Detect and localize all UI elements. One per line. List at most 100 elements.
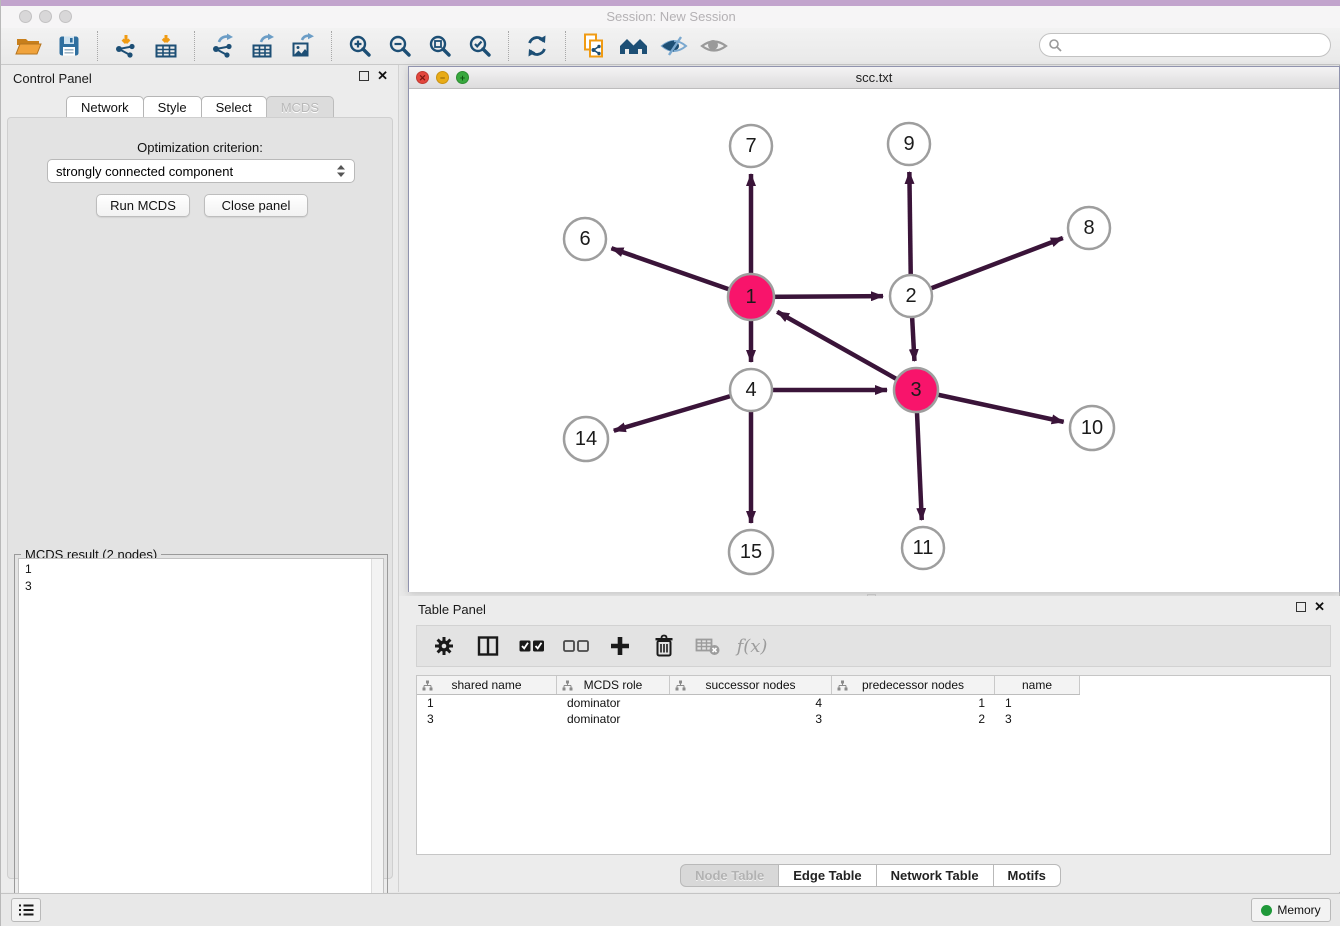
zoom-out-button[interactable] — [380, 30, 420, 62]
open-folder-icon — [15, 34, 43, 58]
close-table-panel-icon[interactable]: ✕ — [1314, 602, 1325, 612]
column-header[interactable]: successor nodes — [670, 676, 832, 694]
float-table-panel-icon[interactable] — [1296, 602, 1306, 612]
tree-icon — [837, 680, 848, 691]
import-table-button[interactable] — [146, 30, 186, 62]
graph-node-label-10: 10 — [1081, 417, 1103, 439]
tab-style[interactable]: Style — [143, 96, 202, 118]
graph-edge-2-8[interactable] — [911, 238, 1063, 296]
tab-node-table[interactable]: Node Table — [680, 864, 779, 887]
zoom-in-button[interactable] — [340, 30, 380, 62]
graph-node-label-7: 7 — [745, 135, 756, 157]
create-column-button[interactable] — [605, 631, 635, 661]
refresh-layout-icon — [524, 33, 550, 59]
show-column-panel-button[interactable] — [473, 631, 503, 661]
zoom-selected-icon — [467, 33, 493, 59]
graph-node-label-9: 9 — [903, 133, 914, 155]
graph-node-label-11: 11 — [913, 537, 934, 559]
tree-icon — [562, 680, 573, 691]
houses-icon — [619, 34, 649, 58]
memory-label: Memory — [1277, 903, 1320, 917]
mcds-result-textarea[interactable]: 1 3 — [18, 558, 384, 919]
network-window-titlebar[interactable]: ✕ − + scc.txt — [409, 67, 1339, 89]
table-cell[interactable]: 2 — [832, 711, 995, 727]
close-panel-icon[interactable]: ✕ — [377, 71, 388, 81]
checked-boxes-icon — [519, 639, 545, 653]
chevron-updown-icon — [336, 164, 346, 178]
export-network-icon — [210, 33, 236, 59]
table-row[interactable]: 1dominator411 — [417, 695, 1330, 711]
hide-selected-button[interactable] — [654, 30, 694, 62]
plus-icon — [609, 635, 631, 657]
select-all-columns-button[interactable] — [517, 631, 547, 661]
zoom-in-icon — [347, 33, 373, 59]
control-panel: Control Panel ✕ Network Style Select MCD… — [1, 65, 399, 892]
search-box[interactable] — [1039, 33, 1331, 57]
table-cell[interactable]: 3 — [670, 711, 832, 727]
table-cell[interactable]: 4 — [670, 695, 832, 711]
tab-mcds[interactable]: MCDS — [266, 96, 334, 118]
close-panel-button[interactable]: Close panel — [204, 194, 308, 217]
control-panel-tabs: Network Style Select MCDS — [1, 96, 398, 118]
table-cell[interactable]: 1 — [995, 695, 1080, 711]
graph-node-label-4: 4 — [745, 379, 756, 401]
node-table[interactable]: shared nameMCDS rolesuccessor nodesprede… — [416, 675, 1331, 855]
import-table-icon — [153, 33, 179, 59]
graph-node-label-8: 8 — [1083, 217, 1094, 239]
zoom-selected-button[interactable] — [460, 30, 500, 62]
open-session-button[interactable] — [9, 30, 49, 62]
tab-select[interactable]: Select — [201, 96, 267, 118]
memory-status-dot — [1261, 905, 1272, 916]
table-cell[interactable]: 3 — [417, 711, 557, 727]
column-header[interactable]: MCDS role — [557, 676, 670, 694]
column-header[interactable]: shared name — [417, 676, 557, 694]
column-header[interactable]: predecessor nodes — [832, 676, 995, 694]
tab-motifs[interactable]: Motifs — [993, 864, 1061, 887]
table-cell[interactable]: dominator — [557, 711, 670, 727]
column-header[interactable]: name — [995, 676, 1080, 694]
tab-network[interactable]: Network — [66, 96, 144, 118]
tab-network-table[interactable]: Network Table — [876, 864, 994, 887]
control-panel-title: Control Panel — [13, 71, 92, 86]
zoom-out-icon — [387, 33, 413, 59]
show-all-button[interactable] — [694, 30, 734, 62]
export-image-button[interactable] — [283, 30, 323, 62]
table-cell[interactable]: 1 — [417, 695, 557, 711]
table-cell[interactable]: dominator — [557, 695, 670, 711]
main-toolbar — [1, 28, 1340, 65]
function-builder-button[interactable]: f(x) — [737, 631, 767, 661]
new-network-from-selection-button[interactable] — [574, 30, 614, 62]
save-session-button[interactable] — [49, 30, 89, 62]
fx-icon: f(x) — [737, 636, 768, 657]
list-icon — [18, 903, 34, 917]
unselect-all-columns-button[interactable] — [561, 631, 591, 661]
graph-node-label-3: 3 — [910, 379, 921, 401]
search-input[interactable] — [1062, 36, 1330, 54]
export-network-button[interactable] — [203, 30, 243, 62]
mcds-result-values: 1 3 — [25, 561, 32, 595]
float-panel-icon[interactable] — [359, 71, 369, 81]
task-history-button[interactable] — [11, 898, 41, 922]
network-graph[interactable]: 1234678910111415 — [409, 89, 1339, 592]
table-cell[interactable]: 3 — [995, 711, 1080, 727]
table-row[interactable]: 3dominator323 — [417, 711, 1330, 727]
table-settings-button[interactable] — [429, 631, 459, 661]
graph-edge-3-1[interactable] — [777, 312, 916, 390]
run-mcds-button[interactable]: Run MCDS — [96, 194, 190, 217]
import-network-button[interactable] — [106, 30, 146, 62]
memory-button[interactable]: Memory — [1251, 898, 1331, 922]
table-cell[interactable]: 1 — [832, 695, 995, 711]
tree-icon — [422, 680, 433, 691]
delete-column-button[interactable] — [649, 631, 679, 661]
mcds-result-scrollbar[interactable] — [371, 559, 383, 918]
table-toolbar: f(x) — [416, 625, 1331, 667]
zoom-fit-button[interactable] — [420, 30, 460, 62]
export-table-button[interactable] — [243, 30, 283, 62]
zoom-fit-icon — [427, 33, 453, 59]
apply-layout-button[interactable] — [517, 30, 557, 62]
graph-node-label-14: 14 — [575, 428, 597, 450]
criterion-dropdown[interactable]: strongly connected component — [47, 159, 355, 183]
first-neighbors-button[interactable] — [614, 30, 654, 62]
tab-edge-table[interactable]: Edge Table — [778, 864, 876, 887]
delete-table-button[interactable] — [693, 631, 723, 661]
